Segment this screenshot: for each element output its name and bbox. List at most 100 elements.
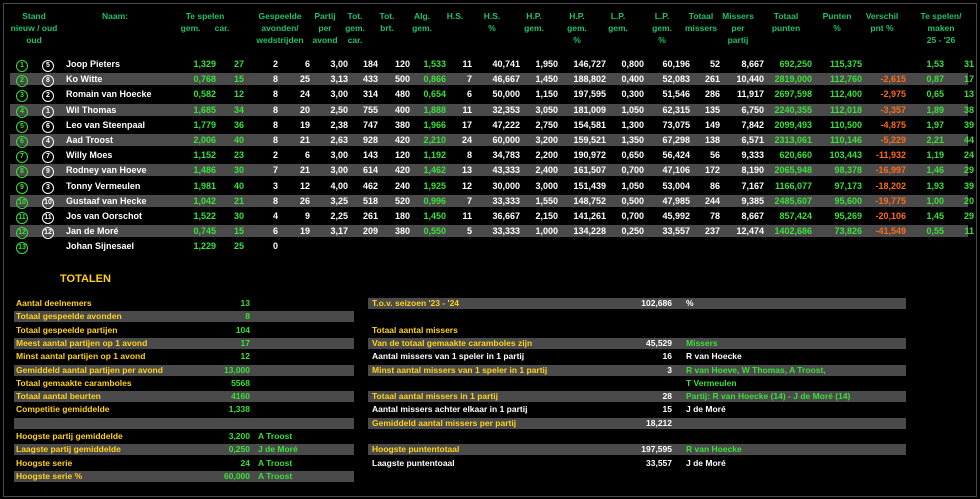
left-total-row: Meest aantal partijen op 1 avond 17 — [14, 337, 354, 349]
cell-hp: 2,150 — [535, 211, 558, 221]
header-naam: Naam: — [102, 11, 128, 21]
rank-old: 7 — [42, 149, 54, 164]
rank-old: 5 — [42, 58, 54, 72]
cell-brt: 380 — [394, 226, 410, 237]
cell-ppa: 3,00 — [330, 59, 348, 69]
cell-hs: 5 — [466, 226, 472, 237]
cell-totcar: 261 — [362, 211, 378, 221]
rank-old: 3 — [42, 180, 54, 194]
cell-gem: 1,685 — [193, 104, 216, 115]
cell-av: 8 — [272, 195, 278, 206]
cell-lppct: 45,992 — [662, 211, 690, 221]
rank-new: 10 — [16, 195, 28, 209]
header-hppct: H.P. gem. % — [567, 11, 587, 45]
cell-wd: 19 — [299, 226, 310, 237]
rank-new-badge: 13 — [16, 242, 28, 255]
total-extra: R van Hoeve, W Thomas, A Troost, — [686, 364, 826, 375]
cell-wd: 19 — [299, 119, 310, 130]
rank-old-badge: 8 — [42, 75, 54, 88]
cell-tsc: 39 — [963, 180, 974, 191]
cell-ver: -4,875 — [880, 119, 906, 130]
cell-hspct: 33,333 — [492, 226, 520, 237]
cell-gem: 1,486 — [193, 165, 216, 176]
total-value: 60,000 — [224, 470, 250, 481]
cell-wd: 26 — [299, 195, 310, 206]
cell-hppct: 190,972 — [573, 150, 606, 161]
total-label: Totaal aantal missers in 1 partij — [372, 391, 498, 402]
cell-totcar: 614 — [362, 165, 378, 176]
rank-new-badge: 11 — [16, 212, 28, 224]
rank-old-badge: 11 — [42, 212, 54, 224]
cell-mis: 86 — [709, 180, 720, 191]
cell-totcar: 433 — [362, 74, 378, 85]
player-name: Jos van Oorschot — [66, 211, 143, 221]
rank-new: 2 — [16, 73, 28, 88]
cell-wd: 12 — [299, 180, 310, 191]
total-extra: % — [686, 298, 694, 308]
cell-totcar: 143 — [362, 150, 378, 161]
cell-totcar: 209 — [362, 226, 378, 237]
cell-car: 25 — [233, 241, 244, 252]
cell-tsg: 0,65 — [926, 89, 944, 100]
rank-old-badge: 12 — [42, 227, 54, 240]
cell-mis: 286 — [704, 89, 720, 100]
left-total-row: Laagste partij gemiddelde 0,250 J de Moré — [14, 444, 354, 456]
right-total-row: Hoogste puntentotaal 197,595 R van Hoecke — [368, 444, 906, 456]
cell-lppct: 53,004 — [662, 180, 690, 191]
cell-lppct: 47,985 — [662, 195, 690, 206]
cell-hppct: 159,521 — [573, 135, 606, 145]
left-total-row: Totaal gespeelde avonden 8 — [14, 311, 354, 323]
total-label: Laagste puntentoaal — [372, 457, 455, 468]
total-label: Totaal gespeelde partijen — [16, 324, 118, 335]
header-lp: L.P. gem. — [608, 11, 628, 33]
cell-ppa: 3,25 — [330, 195, 348, 206]
cell-lppct: 33,557 — [662, 226, 690, 237]
cell-mis: 172 — [704, 165, 720, 176]
cell-hs: 7 — [466, 74, 472, 85]
rank-old-badge: 10 — [42, 196, 54, 209]
total-extra: R van Hoecke — [686, 444, 742, 455]
table-row: 13 Johan Sijnesael 1,229 25 0 — [10, 240, 968, 255]
cell-mispp: 7,167 — [741, 180, 764, 191]
cell-brt: 420 — [394, 165, 410, 176]
cell-hs: 6 — [466, 89, 472, 100]
cell-car: 40 — [233, 135, 244, 145]
total-label: Totaal aantal beurten — [16, 391, 101, 402]
cell-ptspct: 95,269 — [834, 211, 862, 221]
cell-mispp: 12,474 — [736, 226, 764, 237]
cell-totcar: 518 — [362, 195, 378, 206]
cell-mis: 261 — [704, 74, 720, 85]
cell-hp: 3,050 — [535, 104, 558, 115]
cell-wd: 9 — [304, 211, 310, 221]
cell-brt: 240 — [394, 180, 410, 191]
cell-totcar: 755 — [362, 104, 378, 115]
header-alg: Alg. gem. — [412, 11, 432, 33]
cell-ver: -18,202 — [875, 180, 906, 191]
cell-car: 30 — [233, 165, 244, 176]
cell-lp: 0,650 — [621, 150, 644, 161]
left-total-row: Totaal gemaakte caramboles 5568 — [14, 378, 354, 389]
cell-hppct: 154,581 — [573, 119, 606, 130]
header-hspct: H.S. % — [483, 11, 501, 33]
cell-mispp: 10,440 — [736, 74, 764, 85]
cell-hs: 11 — [462, 104, 472, 115]
cell-hppct: 161,507 — [573, 165, 606, 176]
cell-pts: 1402,686 — [774, 226, 812, 237]
rank-new-badge: 2 — [16, 75, 28, 88]
cell-tsg: 1,89 — [926, 104, 944, 115]
rank-old: 6 — [42, 119, 54, 133]
header-tespelen: Te spelen gem. car. — [180, 11, 230, 33]
cell-gem: 1,152 — [193, 150, 216, 161]
cell-alg: 1,450 — [423, 211, 446, 221]
table-row: 4 1 Wil Thomas 1,685 34 8 20 2,50 755 400 1,888 11 3… — [10, 103, 974, 118]
left-total-row: Totaal gespeelde partijen 104 — [14, 325, 354, 336]
cell-pts: 2240,355 — [774, 104, 812, 115]
total-label: Aantal missers van 1 speler in 1 partij — [372, 351, 525, 362]
cell-ppa: 3,00 — [330, 165, 348, 176]
cell-tsg: 1,53 — [926, 59, 944, 69]
cell-alg: 0,550 — [423, 226, 446, 237]
cell-av: 7 — [272, 165, 278, 176]
total-extra: R van Hoecke — [686, 351, 742, 362]
cell-tsc: 20 — [963, 195, 974, 206]
rank-new-badge: 9 — [16, 181, 28, 194]
